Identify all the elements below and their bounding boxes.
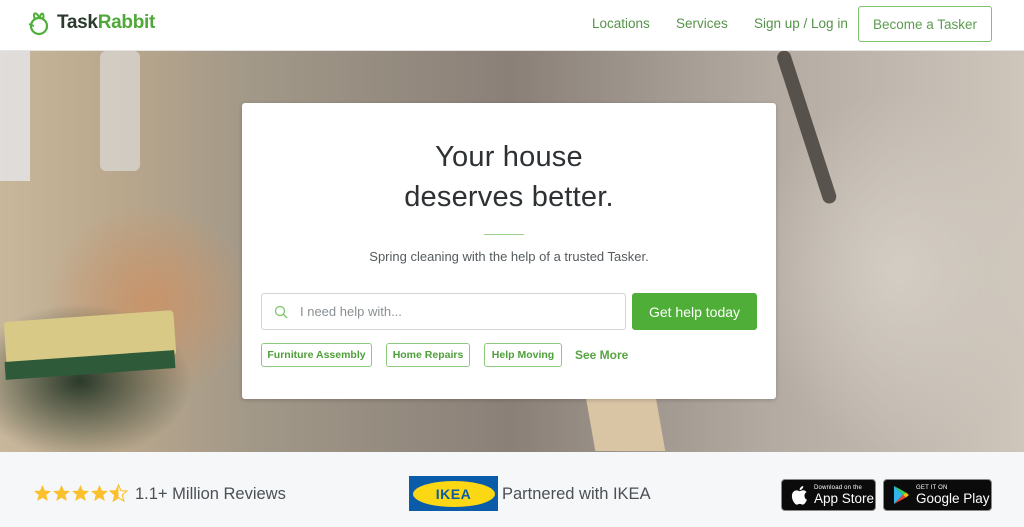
hero-photo-wood [584,391,666,451]
task-search-field[interactable] [261,293,626,330]
hero-search-card: Your house deserves better. Spring clean… [242,103,776,399]
nav-services[interactable]: Services [676,16,728,31]
chip-home-repairs[interactable]: Home Repairs [386,343,470,367]
become-tasker-button[interactable]: Become a Tasker [858,6,992,42]
star-half-icon [109,484,128,502]
hero-headline: Your house deserves better. [242,137,776,217]
rabbit-logo-icon [28,12,49,36]
nav-signup-login[interactable]: Sign up / Log in [754,16,848,31]
chip-furniture-assembly[interactable]: Furniture Assembly [261,343,372,367]
reviews-count: 1.1+ Million Reviews [135,485,286,503]
star-full-icon [90,484,109,502]
apple-icon [791,486,807,505]
app-store-small-text: Download on the [814,484,863,491]
chip-help-moving[interactable]: Help Moving [484,343,562,367]
logo-text: TaskRabbit [57,12,155,34]
see-more-link[interactable]: See More [575,348,628,362]
search-icon [274,305,288,318]
ikea-partner-text: Partnered with IKEA [502,485,651,503]
headline-line-1: Your house [435,141,583,173]
star-full-icon [33,484,52,502]
ikea-logo-oval: IKEA [412,480,495,507]
headline-line-2: deserves better. [404,181,614,213]
taskrabbit-logo[interactable]: TaskRabbit [26,9,155,37]
get-help-today-button[interactable]: Get help today [632,293,757,330]
star-full-icon [52,484,71,502]
hero-photo-strap [775,51,839,206]
google-play-small-text: GET IT ON [916,484,948,491]
star-full-icon [71,484,90,502]
app-store-badge[interactable]: Download on the App Store [781,479,876,511]
logo-text-rabbit: Rabbit [97,12,156,33]
hero-photo-bottle [0,51,30,181]
nav-locations[interactable]: Locations [592,16,650,31]
google-play-badge[interactable]: GET IT ON Google Play [883,479,992,511]
logo-text-task: Task [57,12,98,33]
ikea-logo-text: IKEA [435,485,472,502]
site-header: TaskRabbit Locations Services Sign up / … [0,0,1024,51]
google-play-label: Google Play [916,490,990,506]
ikea-logo: IKEA [409,476,498,511]
google-play-icon [894,486,909,504]
hero-photo-bottle [100,51,140,171]
task-search-input[interactable] [300,304,610,319]
hero-subline: Spring cleaning with the help of a trust… [369,249,649,264]
headline-divider [484,234,524,235]
rating-stars [33,484,128,502]
app-store-label: App Store [814,490,875,506]
trust-bar: 1.1+ Million Reviews IKEA Partnered with… [0,452,1024,527]
